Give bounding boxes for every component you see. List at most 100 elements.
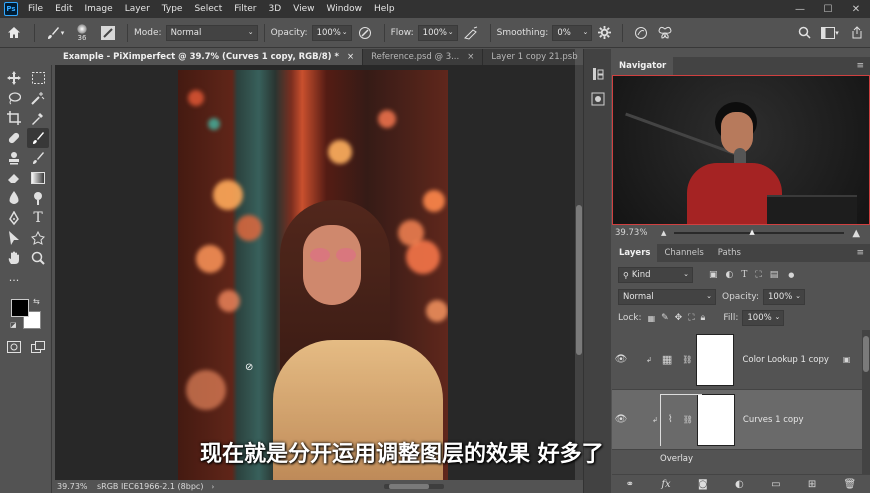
pressure-size-icon[interactable] [629,26,653,40]
pen-tool-icon[interactable] [3,208,25,228]
layer-row-curves[interactable]: 👁︎ ↲ ⌇ ⛓ Curves 1 copy [612,390,862,450]
menu-edit[interactable]: Edit [49,0,78,18]
menu-image[interactable]: Image [79,0,119,18]
menu-file[interactable]: File [22,0,49,18]
menu-3d[interactable]: 3D [263,0,288,18]
panel-menu-icon[interactable]: ≡ [856,248,864,258]
gear-icon[interactable] [592,26,616,39]
navigator-zoom[interactable]: 39.73% [615,228,653,238]
link-layers-icon[interactable]: ⚭ [626,479,634,490]
brush-settings-icon[interactable] [95,25,121,41]
add-mask-icon[interactable]: ◙ [698,479,708,490]
filter-adjustment-icon[interactable]: ◐ [726,270,734,280]
layers-scrollbar[interactable] [862,330,870,475]
document-image[interactable]: ⊘ [178,70,448,480]
lock-image-icon[interactable]: ✎ [661,313,669,323]
close-icon[interactable]: × [347,52,354,62]
status-menu-arrow-icon[interactable]: › [211,483,214,491]
brush-tool-active-icon[interactable] [27,128,49,148]
flow-input[interactable]: 100% ⌄ [417,24,458,41]
filter-type-icon[interactable]: T [741,270,747,280]
path-selection-icon[interactable] [3,228,25,248]
opacity-input[interactable]: 100% ⌄ [311,24,352,41]
delete-layer-icon[interactable]: 🗑︎ [844,479,857,490]
horizontal-scrollbar[interactable] [384,484,445,489]
minimize-button[interactable]: — [786,0,814,18]
crop-tool-icon[interactable] [3,108,25,128]
layer-mask-thumbnail[interactable] [696,333,735,386]
default-colors-icon[interactable]: ◪ [10,321,17,329]
zoom-tool-icon[interactable] [27,248,49,268]
menu-select[interactable]: Select [188,0,228,18]
dodge-tool-icon[interactable] [27,188,49,208]
edit-toolbar-icon[interactable]: ··· [3,270,25,290]
screen-mode-icon[interactable] [27,337,49,357]
zoom-in-icon[interactable]: ▲ [852,228,860,239]
blur-tool-icon[interactable] [3,188,25,208]
maximize-button[interactable]: ☐ [814,0,842,18]
hand-tool-icon[interactable] [3,248,25,268]
blend-mode-select[interactable]: Normal ⌄ [618,289,716,305]
eye-icon[interactable]: 👁︎ [612,414,630,425]
airbrush-icon[interactable] [458,26,484,40]
panel-menu-icon[interactable]: ≡ [856,61,864,71]
menu-help[interactable]: Help [368,0,401,18]
clone-stamp-icon[interactable] [3,148,25,168]
layer-mask-thumbnail[interactable] [696,393,735,446]
workspace-icon[interactable]: ▾ [816,26,844,39]
layer-name[interactable]: Curves 1 copy [743,415,804,425]
lock-artboard-icon[interactable]: ⛶ [688,313,694,323]
navigator-preview[interactable] [612,75,870,225]
tab-paths[interactable]: Paths [711,244,748,262]
new-adjustment-icon[interactable]: ◐ [735,479,744,490]
custom-shape-icon[interactable] [27,228,49,248]
close-button[interactable]: ✕ [842,0,870,18]
filter-shape-icon[interactable]: ⛶ [755,270,761,280]
tab-example[interactable]: Example - PiXimperfect @ 39.7% (Curves 1… [55,49,364,65]
eraser-icon[interactable] [3,168,25,188]
layer-style-icon[interactable]: fx [661,479,670,490]
magic-wand-icon[interactable] [27,88,49,108]
menu-filter[interactable]: Filter [228,0,262,18]
fill-input[interactable]: 100% ⌄ [742,310,785,326]
smoothing-input[interactable]: 0% ⌄ [552,24,593,41]
marquee-tool-icon[interactable] [27,68,49,88]
history-brush-icon[interactable] [27,148,49,168]
partial-layer-name[interactable]: Overlay [660,454,693,464]
mode-select[interactable]: Normal ⌄ [165,24,258,41]
navigator-zoom-slider[interactable]: ▲ [674,228,845,236]
pressure-opacity-icon[interactable] [352,26,378,40]
filter-toggle-icon[interactable]: ● [788,271,794,279]
healing-brush-icon[interactable] [3,128,25,148]
gradient-tool-icon[interactable] [27,168,49,188]
zoom-out-icon[interactable]: ▲ [661,229,666,237]
lock-transparent-icon[interactable]: ▦ [648,314,656,323]
tab-layers[interactable]: Layers [612,244,658,262]
swap-colors-icon[interactable]: ⇆ [33,297,40,306]
layer-opacity-input[interactable]: 100% ⌄ [763,289,805,305]
menu-view[interactable]: View [287,0,320,18]
slider-thumb[interactable]: ▲ [749,228,754,236]
filter-smart-object-icon[interactable]: ▤ [770,270,779,280]
chain-link-icon[interactable]: ⛓ [682,355,692,364]
canvas-vertical-scrollbar[interactable] [575,65,583,480]
adjustments-panel-icon[interactable] [591,92,605,109]
filter-pixel-icon[interactable]: ▣ [709,270,718,280]
history-panel-icon[interactable] [591,67,605,84]
tab-reference[interactable]: Reference.psd @ 3... × [363,49,484,65]
eyedropper-icon[interactable] [27,108,49,128]
layer-row-color-lookup[interactable]: 👁︎ ↲ ▦ ⛓ Color Lookup 1 copy ▣ [612,330,862,390]
search-icon[interactable] [792,26,816,39]
lock-all-icon[interactable]: 🔒︎ [701,313,706,323]
home-icon[interactable] [0,26,28,39]
new-group-icon[interactable]: ▭ [771,479,780,490]
quick-mask-icon[interactable] [3,337,25,357]
lock-position-icon[interactable]: ✥ [675,313,683,323]
eye-icon[interactable]: 👁︎ [612,354,630,365]
scrollbar-thumb[interactable] [576,205,582,355]
move-tool-icon[interactable] [3,68,25,88]
lasso-tool-icon[interactable] [3,88,25,108]
menu-layer[interactable]: Layer [119,0,156,18]
scrollbar-thumb[interactable] [863,336,869,372]
filter-kind-select[interactable]: ⚲ Kind ⌄ [618,267,693,283]
